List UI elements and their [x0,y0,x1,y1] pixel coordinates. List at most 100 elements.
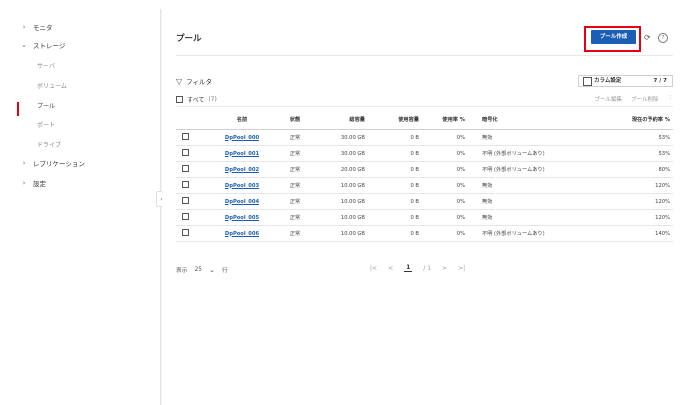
sidebar-item-servers[interactable]: サーバ [37,61,55,70]
first-page-icon[interactable]: |< [370,265,377,272]
pool-name-link[interactable]: DpPool_006 [225,231,259,237]
more-icon[interactable]: ⋮ [668,95,674,103]
pool-name-link[interactable]: DpPool_002 [225,167,259,173]
sidebar-item-volumes[interactable]: ボリューム [37,81,67,90]
column-header-usage[interactable]: 使用率 % [422,109,468,130]
pool-status: 正常 [276,209,314,226]
page-size-control: 表示 25 ⌄ 行 [176,265,228,275]
pool-reserve: 120% [567,209,673,226]
sidebar-item-storage[interactable]: ⌄ ストレージ [20,40,65,50]
sidebar-item-ports[interactable]: ポート [37,120,55,129]
sidebar-item-label: 設定 [33,180,46,188]
pool-total: 20.00 GB [314,161,368,178]
edit-pool-button[interactable]: プール編集 [594,95,622,103]
sidebar-item-drives[interactable]: ドライブ [37,140,61,149]
pool-total: 30.00 GB [314,129,368,146]
pool-usage: 0% [422,145,468,162]
select-all-checkbox[interactable] [176,96,183,103]
column-header-encryption[interactable]: 暗号化 [468,109,567,130]
sidebar-item-monitor[interactable]: › モニタ [20,22,53,32]
chevron-right-icon: › [22,179,26,187]
chevron-right-icon: › [22,23,26,31]
pool-panel: プール プール作成 ⟳ ? ▽ フィルタ カラム設定 7 / 7 すべて (7)… [162,9,683,405]
pool-name-link[interactable]: DpPool_001 [225,151,259,157]
help-icon[interactable]: ? [658,33,668,43]
filter-icon: ▽ [176,76,183,86]
create-pool-button[interactable]: プール作成 [591,30,636,44]
sidebar-item-settings[interactable]: › 設定 [20,178,46,188]
column-settings-button[interactable]: カラム設定 7 / 7 [578,75,673,87]
column-header-used[interactable]: 使用容量 [368,109,422,130]
row-checkbox[interactable] [182,229,189,236]
table-row: DpPool_003 正常 10.00 GB 0 B 0% 無効 120% [176,177,673,194]
chevron-right-icon: › [22,159,26,167]
last-page-icon[interactable]: >| [458,265,465,272]
pool-used: 0 B [368,145,422,162]
pool-table: 名前 状態 総容量 使用容量 使用率 % 暗号化 現在の予約率 % DpPool… [176,109,673,242]
pool-usage: 0% [422,225,468,242]
chevron-down-icon: ⌄ [21,41,27,49]
pool-reserve: 80% [567,161,673,178]
column-header-status[interactable]: 状態 [276,109,314,130]
filter-label: フィルタ [186,78,213,86]
sidebar-item-label: レプリケーション [33,160,85,168]
chevron-down-icon[interactable]: ⌄ [209,266,215,274]
table-row: DpPool_000 正常 30.00 GB 0 B 0% 無効 53% [176,129,673,146]
table-row: DpPool_001 正常 30.00 GB 0 B 0% 不明 (外部ボリュー… [176,145,673,162]
pool-reserve: 120% [567,193,673,210]
pool-reserve: 53% [567,129,673,146]
table-row: DpPool_006 正常 10.00 GB 0 B 0% 不明 (外部ボリュー… [176,225,673,242]
sidebar: › モニタ ⌄ ストレージ サーバ ボリューム プール ポート ドライブ › レ… [0,9,161,405]
delete-pool-button[interactable]: プール削除 [631,95,659,103]
page-size-select[interactable]: 25 [195,267,202,273]
pool-total: 10.00 GB [314,225,368,242]
pool-status: 正常 [276,145,314,162]
pool-name-link[interactable]: DpPool_005 [225,215,259,221]
pool-usage: 0% [422,177,468,194]
top-bar [0,0,683,9]
divider [176,55,673,56]
refresh-icon[interactable]: ⟳ [644,33,651,42]
table-row: DpPool_004 正常 10.00 GB 0 B 0% 無効 120% [176,193,673,210]
column-header-name[interactable]: 名前 [208,109,276,130]
pool-used: 0 B [368,177,422,194]
sidebar-item-replication[interactable]: › レプリケーション [20,158,85,168]
main-content: プール プール作成 ⟳ ? ▽ フィルタ カラム設定 7 / 7 すべて (7)… [162,9,683,405]
pool-total: 30.00 GB [314,145,368,162]
row-checkbox[interactable] [182,213,189,220]
pool-reserve: 140% [567,225,673,242]
sidebar-item-label: ストレージ [33,42,66,50]
row-checkbox[interactable] [182,165,189,172]
pool-total: 10.00 GB [314,209,368,226]
row-checkbox[interactable] [182,197,189,204]
pool-reserve: 53% [567,145,673,162]
row-checkbox[interactable] [182,181,189,188]
pool-status: 正常 [276,225,314,242]
pool-name-link[interactable]: DpPool_004 [225,199,259,205]
column-header-reserve[interactable]: 現在の予約率 % [567,109,673,130]
current-page-input[interactable]: 1 [404,264,413,272]
pool-status: 正常 [276,129,314,146]
pool-name-link[interactable]: DpPool_000 [225,135,259,141]
pool-usage: 0% [422,129,468,146]
show-label: 表示 [176,268,188,274]
pool-total: 10.00 GB [314,193,368,210]
pool-usage: 0% [422,193,468,210]
pool-used: 0 B [368,129,422,146]
pool-used: 0 B [368,209,422,226]
column-header-total[interactable]: 総容量 [314,109,368,130]
table-header-row: 名前 状態 総容量 使用容量 使用率 % 暗号化 現在の予約率 % [176,109,673,130]
pool-encryption: 無効 [468,193,567,210]
pool-name-link[interactable]: DpPool_003 [225,183,259,189]
next-page-icon[interactable]: > [442,265,447,272]
row-checkbox[interactable] [182,149,189,156]
pool-status: 正常 [276,193,314,210]
row-checkbox[interactable] [182,133,189,140]
sidebar-item-pools[interactable]: プール [37,101,55,110]
sidebar-item-label: モニタ [33,24,53,32]
pool-encryption: 不明 (外部ボリュームあり) [468,161,567,178]
prev-page-icon[interactable]: < [388,265,393,272]
filter-button[interactable]: ▽ フィルタ [176,76,213,87]
select-all[interactable]: すべて (7) [176,95,217,104]
pool-encryption: 無効 [468,177,567,194]
